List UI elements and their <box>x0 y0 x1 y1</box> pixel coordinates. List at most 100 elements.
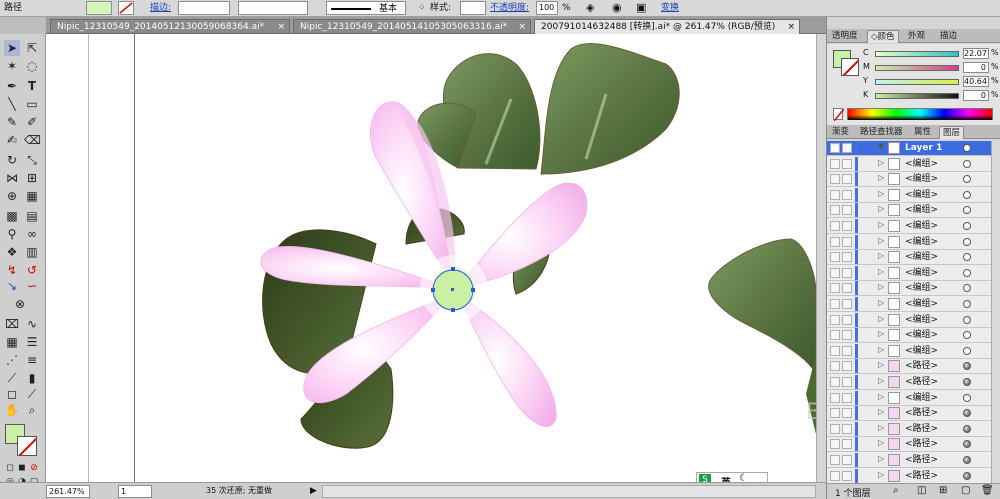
lock-toggle[interactable] <box>842 221 852 231</box>
options-icon[interactable]: ⁘ <box>418 1 426 15</box>
black-slider-row[interactable]: K 0 % <box>835 90 999 102</box>
document-tab-1[interactable]: Nipic_12310549_20140512130059068364.ai* … <box>50 19 290 34</box>
lasso-tool-icon[interactable]: ◌ <box>24 58 40 74</box>
lock-toggle[interactable] <box>842 236 852 247</box>
eyedropper-tool-icon[interactable]: ⚲ <box>4 226 20 242</box>
lock-toggle[interactable] <box>842 345 852 356</box>
stroke-color-box[interactable] <box>17 436 37 456</box>
target-circle-icon[interactable] <box>963 222 971 230</box>
target-circle-icon[interactable] <box>963 237 971 246</box>
lock-toggle[interactable] <box>842 189 852 200</box>
expand-triangle-icon[interactable]: ▷ <box>878 392 884 401</box>
layer-row[interactable]: ▷ <编组> <box>827 187 991 203</box>
tab-stroke[interactable]: 描边 <box>937 30 960 43</box>
canvas-horizontal-scrollbar[interactable] <box>322 485 816 498</box>
lock-toggle[interactable] <box>842 314 852 325</box>
expand-triangle-icon[interactable]: ▷ <box>878 329 884 338</box>
expand-triangle-icon[interactable]: ▷ <box>878 298 884 307</box>
tab-pathfinder[interactable]: 路径查找器 <box>857 126 906 139</box>
visibility-eye-icon[interactable] <box>830 314 840 325</box>
rectangle-tool-icon[interactable]: ▭ <box>24 96 40 112</box>
visibility-eye-icon[interactable]: ◉ <box>830 143 840 153</box>
variable-width-field[interactable] <box>238 1 308 15</box>
target-circle-icon[interactable] <box>963 424 971 433</box>
target-circle-icon[interactable] <box>963 331 971 340</box>
visibility-eye-icon[interactable] <box>830 283 840 294</box>
layer-row[interactable]: ▷ <路径> <box>827 406 991 422</box>
layer-row[interactable]: ▷ <编组> <box>827 250 991 266</box>
layer-row[interactable]: ▷ <编组> <box>827 297 991 312</box>
target-circle-icon[interactable] <box>963 346 971 355</box>
lock-toggle[interactable] <box>842 423 852 434</box>
expand-triangle-icon[interactable]: ▷ <box>878 204 884 213</box>
lock-toggle[interactable] <box>842 408 852 419</box>
lock-toggle[interactable] <box>842 143 852 153</box>
layer-row[interactable]: ▷ <编组> <box>827 265 991 281</box>
paintbrush-tool-icon[interactable]: ✎ <box>4 114 20 130</box>
eraser-variant-icon[interactable]: ∿ <box>24 316 40 332</box>
target-circle-icon[interactable] <box>963 253 971 262</box>
layer-row[interactable]: ▷ <路径> <box>827 437 991 453</box>
visibility-eye-icon[interactable] <box>830 345 840 356</box>
layer-row[interactable]: ▷ <编组> <box>827 219 991 234</box>
target-circle-icon[interactable] <box>963 362 971 371</box>
selection-tool-icon[interactable]: ➤ <box>4 40 20 56</box>
visibility-eye-icon[interactable] <box>830 361 840 372</box>
document-tab-2[interactable]: Nipic_12310549_20140514105305063316.ai* … <box>293 19 531 34</box>
mesh-tool-icon[interactable]: ▩ <box>4 208 20 224</box>
expand-triangle-icon[interactable]: ▼ <box>878 142 884 151</box>
target-circle-icon[interactable] <box>963 268 971 277</box>
artboard-tool-icon[interactable]: ⊗ <box>12 296 28 312</box>
scale-tool-icon[interactable]: ⤡ <box>24 152 40 168</box>
direct-selection-tool-icon[interactable]: ⇱ <box>24 40 40 56</box>
magenta-slider[interactable] <box>875 65 959 71</box>
target-circle-icon[interactable] <box>963 456 971 464</box>
chart-tool-icon[interactable]: ▮ <box>24 370 40 386</box>
cyan-slider-row[interactable]: C 22.07 % <box>835 48 999 60</box>
magenta-slider-row[interactable]: M 0 % <box>835 62 999 74</box>
expand-triangle-icon[interactable]: ▷ <box>878 173 884 182</box>
visibility-eye-icon[interactable] <box>830 267 840 278</box>
tab-appearance[interactable]: 外观 <box>905 30 928 43</box>
lock-toggle[interactable] <box>842 455 852 465</box>
target-circle-icon[interactable] <box>963 409 971 418</box>
status-menu-arrow[interactable]: ▶ <box>310 485 317 498</box>
none-swatch[interactable] <box>833 108 845 122</box>
graphic-style-swatch[interactable] <box>460 1 486 15</box>
expand-triangle-icon[interactable]: ▷ <box>878 454 884 463</box>
expand-triangle-icon[interactable]: ▷ <box>878 189 884 198</box>
layer-row[interactable]: ▷ <编组> <box>827 390 991 406</box>
pen-tool-icon[interactable]: ✒ <box>4 78 20 94</box>
isolate-icon[interactable]: ◉ <box>612 1 622 15</box>
expand-triangle-icon[interactable]: ▷ <box>878 407 884 416</box>
expand-triangle-icon[interactable]: ▷ <box>878 438 884 447</box>
layer-row[interactable]: ▷ <路径> <box>827 453 991 468</box>
lock-toggle[interactable] <box>842 330 852 341</box>
target-circle-icon[interactable] <box>963 315 971 324</box>
visibility-eye-icon[interactable] <box>830 392 840 403</box>
visibility-eye-icon[interactable] <box>830 299 840 309</box>
layer-row[interactable]: ▷ <编组> <box>827 312 991 328</box>
visibility-eye-icon[interactable] <box>830 221 840 231</box>
visibility-eye-icon[interactable] <box>830 236 840 247</box>
stroke-weight-field[interactable] <box>178 1 230 15</box>
target-circle-icon[interactable] <box>963 300 971 308</box>
recolor-icon[interactable]: ◈ <box>586 1 594 15</box>
lock-toggle[interactable] <box>842 252 852 263</box>
measure-tool-icon[interactable]: ⟋ <box>4 370 20 386</box>
close-icon[interactable]: × <box>787 20 795 34</box>
visibility-eye-icon[interactable] <box>830 189 840 200</box>
visibility-eye-icon[interactable] <box>830 439 840 450</box>
lock-toggle[interactable] <box>842 267 852 278</box>
layer-row[interactable]: ▷ <编组> <box>827 203 991 219</box>
locate-object-icon[interactable]: ⌕ <box>893 485 899 496</box>
cyan-value[interactable]: 22.07 <box>963 48 989 59</box>
lock-toggle[interactable] <box>842 470 852 481</box>
scissors-tool-icon[interactable]: ◻ <box>4 386 20 402</box>
expand-triangle-icon[interactable]: ▷ <box>878 251 884 260</box>
expand-triangle-icon[interactable]: ▷ <box>878 267 884 276</box>
layer-row[interactable]: ▷ <编组> <box>827 328 991 344</box>
stroke-link[interactable]: 描边: <box>150 1 171 15</box>
layer-row[interactable]: ▷ <路径> <box>827 375 991 390</box>
expand-triangle-icon[interactable]: ▷ <box>878 282 884 291</box>
